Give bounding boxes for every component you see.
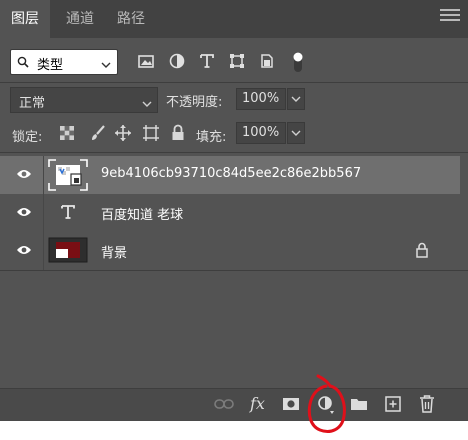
- smart-object-thumbnail[interactable]: [48, 159, 88, 191]
- mask-icon[interactable]: [282, 397, 300, 415]
- background-thumbnail[interactable]: [48, 235, 88, 265]
- layer-name[interactable]: 9eb4106cb93710c84d5ee2c86e2bb567: [101, 166, 361, 181]
- layer-name[interactable]: 背景: [101, 242, 127, 261]
- visibility-column-divider: [43, 232, 44, 270]
- fill-dropdown-button[interactable]: [287, 122, 305, 144]
- layer-filter-select[interactable]: 类型: [10, 49, 118, 75]
- chevron-down-icon: [101, 58, 111, 73]
- divider: [0, 152, 468, 153]
- pixel-layer-filter-icon[interactable]: [137, 52, 157, 72]
- lock-transparent-pixels-icon[interactable]: [59, 125, 75, 145]
- layers-panel: 图层 通道 路径 类型 正常 不透明度: 100% 锁定: 填充: 100% 9…: [0, 0, 468, 421]
- divider: [0, 82, 468, 83]
- shape-layer-filter-icon[interactable]: [228, 52, 248, 72]
- lock-image-pixels-icon[interactable]: [89, 124, 107, 146]
- group-folder-icon[interactable]: [350, 397, 368, 415]
- tab-channels[interactable]: 通道: [56, 0, 104, 38]
- visibility-column-divider: [43, 194, 44, 232]
- eye-icon[interactable]: [16, 206, 32, 222]
- blend-mode-value: 正常: [19, 96, 46, 111]
- new-layer-icon[interactable]: [385, 396, 401, 416]
- type-layer-filter-icon[interactable]: [198, 52, 218, 72]
- panel-menu-icon[interactable]: [440, 6, 460, 22]
- divider: [0, 270, 468, 271]
- layer-row-text[interactable]: 百度知道 老球: [0, 194, 460, 232]
- layer-row-smart-object[interactable]: 9eb4106cb93710c84d5ee2c86e2bb567: [0, 156, 460, 194]
- opacity-input[interactable]: 100%: [236, 88, 286, 110]
- fill-input[interactable]: 100%: [236, 122, 286, 144]
- eye-icon[interactable]: [16, 244, 32, 260]
- layer-row-background[interactable]: 背景: [0, 232, 460, 270]
- opacity-label: 不透明度:: [166, 95, 223, 110]
- lock-label: 锁定:: [12, 130, 43, 145]
- text-layer-icon: [60, 204, 76, 224]
- filter-toggle-switch[interactable]: [290, 50, 310, 72]
- tab-bar: 图层 通道 路径: [0, 0, 468, 38]
- red-annotation-circle: [304, 374, 350, 436]
- search-icon: [17, 56, 29, 72]
- tab-paths[interactable]: 路径: [108, 0, 154, 38]
- tab-layers[interactable]: 图层: [0, 0, 50, 38]
- visibility-column-divider: [43, 156, 44, 194]
- eye-icon[interactable]: [16, 168, 32, 184]
- lock-all-icon[interactable]: [171, 124, 185, 146]
- layers-bottom-toolbar: fx: [0, 388, 468, 421]
- layer-name[interactable]: 百度知道 老球: [101, 204, 183, 223]
- chevron-down-icon: [142, 97, 152, 112]
- blend-mode-select[interactable]: 正常: [10, 87, 158, 113]
- lock-icon: [416, 242, 428, 262]
- fx-icon[interactable]: fx: [250, 394, 265, 413]
- link-icon[interactable]: [214, 398, 234, 414]
- smart-object-filter-icon[interactable]: [258, 52, 278, 72]
- trash-icon[interactable]: [419, 395, 435, 417]
- opacity-dropdown-button[interactable]: [287, 88, 305, 110]
- lock-position-icon[interactable]: [114, 124, 132, 146]
- fill-label: 填充:: [196, 130, 227, 145]
- lock-artboard-icon[interactable]: [142, 124, 160, 146]
- filter-kind-label: 类型: [37, 58, 64, 73]
- adjustment-layer-filter-icon[interactable]: [168, 52, 188, 72]
